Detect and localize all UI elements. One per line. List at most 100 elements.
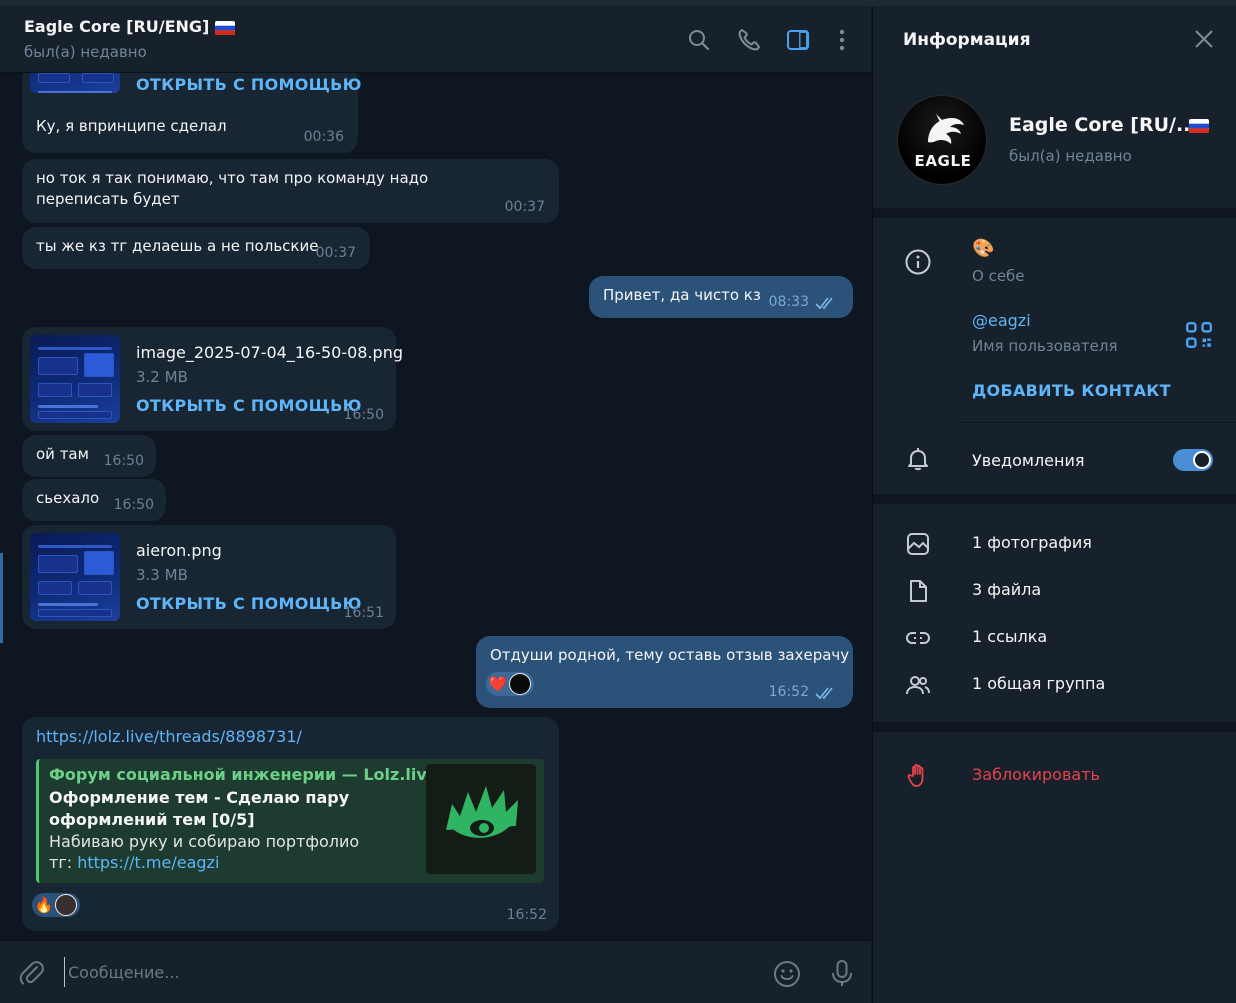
notifications-label: Уведомления	[972, 451, 1085, 470]
preview-site-name: Форум социальной инженерии — Lolz.live (…	[49, 765, 469, 784]
attach-icon[interactable]	[18, 959, 46, 987]
scroll-marker	[0, 553, 3, 643]
message-incoming[interactable]: сьехало 16:50	[22, 479, 166, 521]
sidebar-toggle-icon[interactable]	[785, 27, 811, 53]
file-icon	[905, 578, 931, 604]
message-time: 16:51	[343, 605, 384, 621]
message-incoming[interactable]: ты же кз тг делаешь а не польские 00:37	[22, 227, 370, 269]
open-with-button[interactable]: ОТКРЫТЬ С ПОМОЩЬЮ	[136, 75, 362, 94]
microphone-icon[interactable]	[828, 959, 856, 987]
preview-tg-link[interactable]: https://t.me/eagzi	[77, 853, 219, 872]
russian-flag-icon	[1189, 119, 1209, 133]
reaction-pill[interactable]: ❤️	[486, 672, 534, 696]
groups-row[interactable]: 1 общая группа	[873, 659, 1236, 705]
preview-image	[426, 764, 536, 874]
message-text: ты же кз тг делаешь а не польские	[36, 237, 319, 255]
section-separator	[873, 208, 1236, 218]
link-preview[interactable]: Форум социальной инженерии — Lolz.live (…	[36, 759, 544, 883]
open-with-button[interactable]: ОТКРЫТЬ С ПОМОЩЬЮ	[136, 396, 362, 415]
double-check-icon	[815, 295, 839, 311]
emoji-icon[interactable]	[773, 960, 801, 988]
message-incoming[interactable]: но ток я так понимаю, что там про команд…	[22, 159, 559, 223]
reaction-pill[interactable]: 🔥	[32, 893, 80, 917]
group-icon	[905, 672, 931, 698]
chat-title-text: Eagle Core [RU/ENG]	[24, 17, 210, 36]
preview-tg-line: тг: https://t.me/eagzi	[49, 853, 219, 872]
section-separator	[873, 494, 1236, 504]
block-user-button[interactable]: Заблокировать	[972, 765, 1100, 784]
links-row[interactable]: 1 ссылка	[873, 612, 1236, 658]
russian-flag-icon	[214, 20, 235, 35]
bio-text: 🎨	[972, 238, 995, 259]
message-outgoing[interactable]: Привет, да чисто кз 08:33	[589, 276, 853, 318]
info-panel-title: Информация	[903, 30, 1031, 50]
profile-name: Eagle Core [RU/...	[1009, 114, 1198, 136]
message-time: 16:52	[506, 907, 547, 923]
fire-reaction-icon: 🔥	[34, 896, 54, 914]
file-name: image_2025-07-04_16-50-08.png	[136, 343, 403, 362]
message-file[interactable]: image_2025-07-04_16-50-08.png 3.2 MB ОТК…	[22, 327, 403, 431]
message-time: 16:50	[103, 453, 144, 469]
files-count: 3 файла	[972, 580, 1042, 599]
username-label: Имя пользователя	[972, 337, 1118, 355]
bio-label: О себе	[972, 267, 1025, 285]
link-icon	[905, 625, 931, 651]
reactor-avatar	[509, 673, 531, 695]
qr-code-icon[interactable]	[1186, 322, 1212, 348]
message-time: 16:50	[113, 497, 154, 513]
search-icon[interactable]	[686, 27, 712, 53]
message-incoming[interactable]: ОТКРЫТЬ С ПОМОЩЬЮ Ку, я впринципе сделал…	[22, 73, 361, 153]
file-size: 3.3 MB	[136, 566, 188, 584]
message-incoming[interactable]: ой там 16:50	[22, 435, 156, 477]
bell-icon	[905, 446, 931, 472]
photos-count: 1 фотография	[972, 533, 1092, 552]
message-composer	[0, 940, 871, 1003]
photos-row[interactable]: 1 фотография	[873, 518, 1236, 564]
reactor-avatar	[55, 894, 77, 916]
file-size: 3.2 MB	[136, 368, 188, 386]
add-contact-button[interactable]: ДОБАВИТЬ КОНТАКТ	[972, 381, 1171, 400]
message-link-url[interactable]: https://lolz.live/threads/8898731/	[36, 727, 302, 746]
groups-count: 1 общая группа	[972, 674, 1106, 693]
message-file[interactable]: aieron.png 3.3 MB ОТКРЫТЬ С ПОМОЩЬЮ 16:5…	[22, 525, 396, 629]
message-link[interactable]: https://lolz.live/threads/8898731/ Форум…	[22, 717, 559, 931]
file-thumbnail[interactable]	[30, 335, 120, 423]
chat-header[interactable]: Eagle Core [RU/ENG] был(а) недавно	[0, 6, 871, 73]
phone-icon[interactable]	[736, 27, 762, 53]
message-time: 16:52	[768, 684, 809, 700]
message-input[interactable]	[64, 957, 744, 987]
links-count: 1 ссылка	[972, 627, 1048, 646]
message-time: 00:36	[303, 129, 344, 145]
profile-status: был(а) недавно	[1009, 147, 1132, 165]
more-icon[interactable]	[829, 27, 855, 53]
info-icon	[905, 249, 931, 275]
divider	[957, 422, 1236, 423]
info-panel: Информация EAGLE Eagle Core [RU/... был(…	[872, 6, 1236, 1003]
heart-reaction-icon: ❤️	[488, 675, 508, 693]
chat-status: был(а) недавно	[24, 43, 147, 61]
preview-title: Оформление тем - Сделаю пару оформлений …	[49, 788, 350, 829]
file-thumbnail[interactable]	[30, 73, 120, 93]
hand-icon	[905, 762, 931, 788]
notifications-toggle[interactable]	[1173, 449, 1213, 471]
message-text: но ток я так понимаю, что там про команд…	[36, 169, 429, 208]
telegram-window: Eagle Core [RU/ENG] был(а) недавно ОТКРЫ…	[0, 0, 1236, 1003]
open-with-button[interactable]: ОТКРЫТЬ С ПОМОЩЬЮ	[136, 594, 362, 613]
chat-title[interactable]: Eagle Core [RU/ENG]	[24, 17, 235, 36]
eagle-logo-icon	[928, 114, 964, 144]
file-name: aieron.png	[136, 541, 222, 560]
message-list[interactable]: ОТКРЫТЬ С ПОМОЩЬЮ Ку, я впринципе сделал…	[0, 73, 871, 940]
file-thumbnail[interactable]	[30, 533, 120, 621]
message-outgoing[interactable]: Отдуши родной, тему оставь отзыв захерач…	[476, 636, 853, 708]
preview-tg-prefix: тг:	[49, 853, 78, 872]
profile-avatar[interactable]: EAGLE	[897, 95, 987, 185]
message-time: 16:50	[343, 407, 384, 423]
username-link[interactable]: @eagzi	[972, 311, 1031, 330]
double-check-icon	[815, 685, 839, 701]
message-time: 00:37	[315, 245, 356, 261]
toggle-knob	[1193, 451, 1211, 469]
files-row[interactable]: 3 файла	[873, 565, 1236, 611]
photo-icon	[905, 531, 931, 557]
close-icon[interactable]	[1193, 28, 1215, 50]
message-time: 00:37	[504, 199, 545, 215]
